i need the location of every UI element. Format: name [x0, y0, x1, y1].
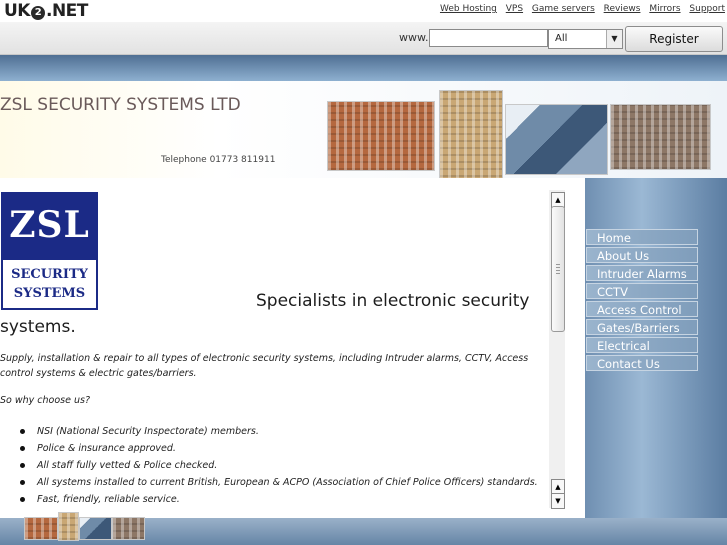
nav-gates-barriers[interactable]: Gates/Barriers [586, 319, 698, 335]
link-support[interactable]: Support [689, 4, 725, 14]
link-game-servers[interactable]: Game servers [532, 4, 595, 14]
site-nav: Home About Us Intruder Alarms CCTV Acces… [586, 229, 698, 373]
zsl-logo-text: ZSL [3, 194, 96, 260]
grip-icon [556, 262, 560, 274]
link-mirrors[interactable]: Mirrors [649, 4, 680, 14]
headline-line2: systems. [0, 317, 76, 337]
www-prefix: www. [399, 31, 429, 44]
company-name: ZSL SECURITY SYSTEMS LTD [0, 95, 241, 115]
content-scrollbar[interactable]: ▲ ▲ ▼ [549, 190, 565, 509]
list-item: All staff fully vetted & Police checked. [20, 457, 538, 474]
nav-contact-us[interactable]: Contact Us [586, 355, 698, 371]
building-photo-4 [610, 104, 711, 170]
nav-home[interactable]: Home [586, 229, 698, 245]
footer-photo-4 [112, 517, 145, 540]
uk2-topbar: UK 2 .NET Web Hosting VPS Game servers Rev… [0, 0, 727, 22]
tld-select[interactable]: All ▼ [548, 29, 623, 49]
description: Supply, installation & repair to all typ… [0, 353, 529, 379]
footer-photo-strip [24, 512, 145, 541]
nav-cctv[interactable]: CCTV [586, 283, 698, 299]
domain-input[interactable] [429, 29, 548, 47]
zsl-logo: ZSL SECURITY SYSTEMS [1, 192, 98, 310]
benefits-list: NSI (National Security Inspectorate) mem… [20, 423, 538, 508]
why-choose-us: So why choose us? [0, 395, 90, 406]
list-item: All systems installed to current British… [20, 474, 538, 491]
top-links: Web Hosting VPS Game servers Reviews Mir… [434, 4, 725, 14]
tld-select-value: All [555, 33, 568, 44]
scroll-down-icon[interactable]: ▼ [551, 493, 565, 509]
footer-photo-2 [58, 512, 79, 541]
nav-intruder-alarms[interactable]: Intruder Alarms [586, 265, 698, 281]
domain-search-bar: www. All ▼ Register Domain [0, 22, 727, 70]
nav-about-us[interactable]: About Us [586, 247, 698, 263]
zsl-logo-line2: SYSTEMS [13, 286, 86, 301]
list-item: NSI (National Security Inspectorate) mem… [20, 423, 538, 440]
footer-photo-3 [79, 517, 112, 540]
headline-line1: Specialists in electronic security [256, 291, 530, 311]
link-web-hosting[interactable]: Web Hosting [440, 4, 497, 14]
link-reviews[interactable]: Reviews [604, 4, 641, 14]
content-scroll-area[interactable]: ZSL SECURITY SYSTEMS Specialists in elec… [0, 186, 545, 511]
scrollbar-thumb[interactable] [551, 206, 565, 332]
site-top-band [0, 55, 727, 81]
chevron-down-icon[interactable]: ▼ [606, 30, 622, 48]
building-photo-1 [327, 101, 435, 171]
list-item: Fast, friendly, reliable service. [20, 491, 538, 508]
building-photo-3 [505, 104, 608, 175]
nav-electrical[interactable]: Electrical [586, 337, 698, 353]
telephone: Telephone 01773 811911 [161, 155, 276, 165]
footer-photo-1 [24, 517, 58, 540]
nav-access-control[interactable]: Access Control [586, 301, 698, 317]
list-item: Police & insurance approved. [20, 440, 538, 457]
zsl-logo-line1: SECURITY [11, 267, 88, 282]
link-vps[interactable]: VPS [506, 4, 523, 14]
building-photo-2 [439, 90, 503, 185]
uk2-logo[interactable]: UK 2 .NET [4, 1, 88, 21]
register-domain-button[interactable]: Register Domain [625, 26, 723, 70]
zsl-logo-subtext: SECURITY SYSTEMS [3, 260, 96, 313]
